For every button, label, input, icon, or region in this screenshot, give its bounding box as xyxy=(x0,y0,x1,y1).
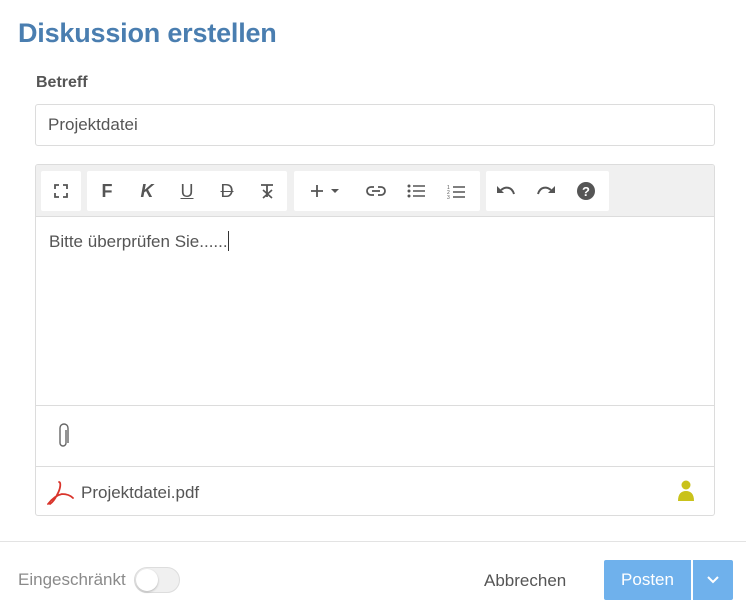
editor-content[interactable]: Bitte überprüfen Sie...... xyxy=(36,217,714,405)
footer-divider xyxy=(0,541,746,542)
bullet-list-icon xyxy=(407,184,425,198)
underline-button[interactable]: U xyxy=(167,171,207,211)
post-options-button[interactable] xyxy=(693,560,733,600)
toolbar-group-history: ? xyxy=(486,171,609,211)
rich-text-editor: F K U D 1 2 3 ? Bitte überprüfen Sie....… xyxy=(35,164,715,516)
numbered-list-button[interactable]: 1 2 3 xyxy=(436,171,476,211)
help-icon: ? xyxy=(577,182,595,200)
editor-text: Bitte überprüfen Sie...... xyxy=(49,232,228,251)
strikethrough-label: D xyxy=(220,180,234,201)
toolbar-group-insert: 1 2 3 xyxy=(294,171,480,211)
clear-format-button[interactable] xyxy=(247,171,287,211)
strikethrough-button[interactable]: D xyxy=(207,171,247,211)
chevron-down-icon xyxy=(707,576,719,584)
italic-button[interactable]: K xyxy=(127,171,167,211)
plus-icon xyxy=(311,185,339,197)
svg-text:?: ? xyxy=(582,184,590,199)
attachment-bar xyxy=(36,405,714,466)
italic-label: K xyxy=(140,180,154,201)
help-button[interactable]: ? xyxy=(566,171,606,211)
attach-button[interactable] xyxy=(58,423,70,454)
restricted-toggle[interactable] xyxy=(134,567,180,593)
insert-button[interactable] xyxy=(294,171,356,211)
user-icon xyxy=(678,480,694,501)
link-icon xyxy=(366,186,386,196)
pdf-icon xyxy=(47,481,74,505)
subject-input[interactable] xyxy=(35,104,715,146)
subject-label: Betreff xyxy=(36,74,88,91)
post-button[interactable]: Posten xyxy=(604,560,691,600)
fullscreen-icon xyxy=(54,184,68,198)
page-title: Diskussion erstellen xyxy=(18,18,277,48)
restricted-label: Eingeschränkt xyxy=(18,570,126,589)
undo-icon xyxy=(497,186,515,195)
bold-label: F xyxy=(101,180,113,201)
text-caret xyxy=(227,231,229,251)
numbered-list-icon: 1 2 3 xyxy=(447,185,465,199)
attachment-item[interactable]: Projektdatei.pdf xyxy=(36,466,714,515)
svg-text:3: 3 xyxy=(447,195,450,199)
paperclip-icon xyxy=(59,423,69,447)
toggle-knob xyxy=(136,569,158,591)
underline-label: U xyxy=(180,180,194,201)
clear-format-icon xyxy=(261,184,273,199)
undo-button[interactable] xyxy=(486,171,526,211)
attachment-name[interactable]: Projektdatei.pdf xyxy=(81,483,199,503)
link-button[interactable] xyxy=(356,171,396,211)
fullscreen-button[interactable] xyxy=(41,171,81,211)
bold-button[interactable]: F xyxy=(87,171,127,211)
toolbar-group-view xyxy=(41,171,81,211)
bullet-list-button[interactable] xyxy=(396,171,436,211)
redo-icon xyxy=(537,186,555,195)
editor-toolbar: F K U D 1 2 3 ? xyxy=(36,165,714,217)
redo-button[interactable] xyxy=(526,171,566,211)
toolbar-group-format: F K U D xyxy=(87,171,287,211)
cancel-button[interactable]: Abbrechen xyxy=(468,561,582,601)
